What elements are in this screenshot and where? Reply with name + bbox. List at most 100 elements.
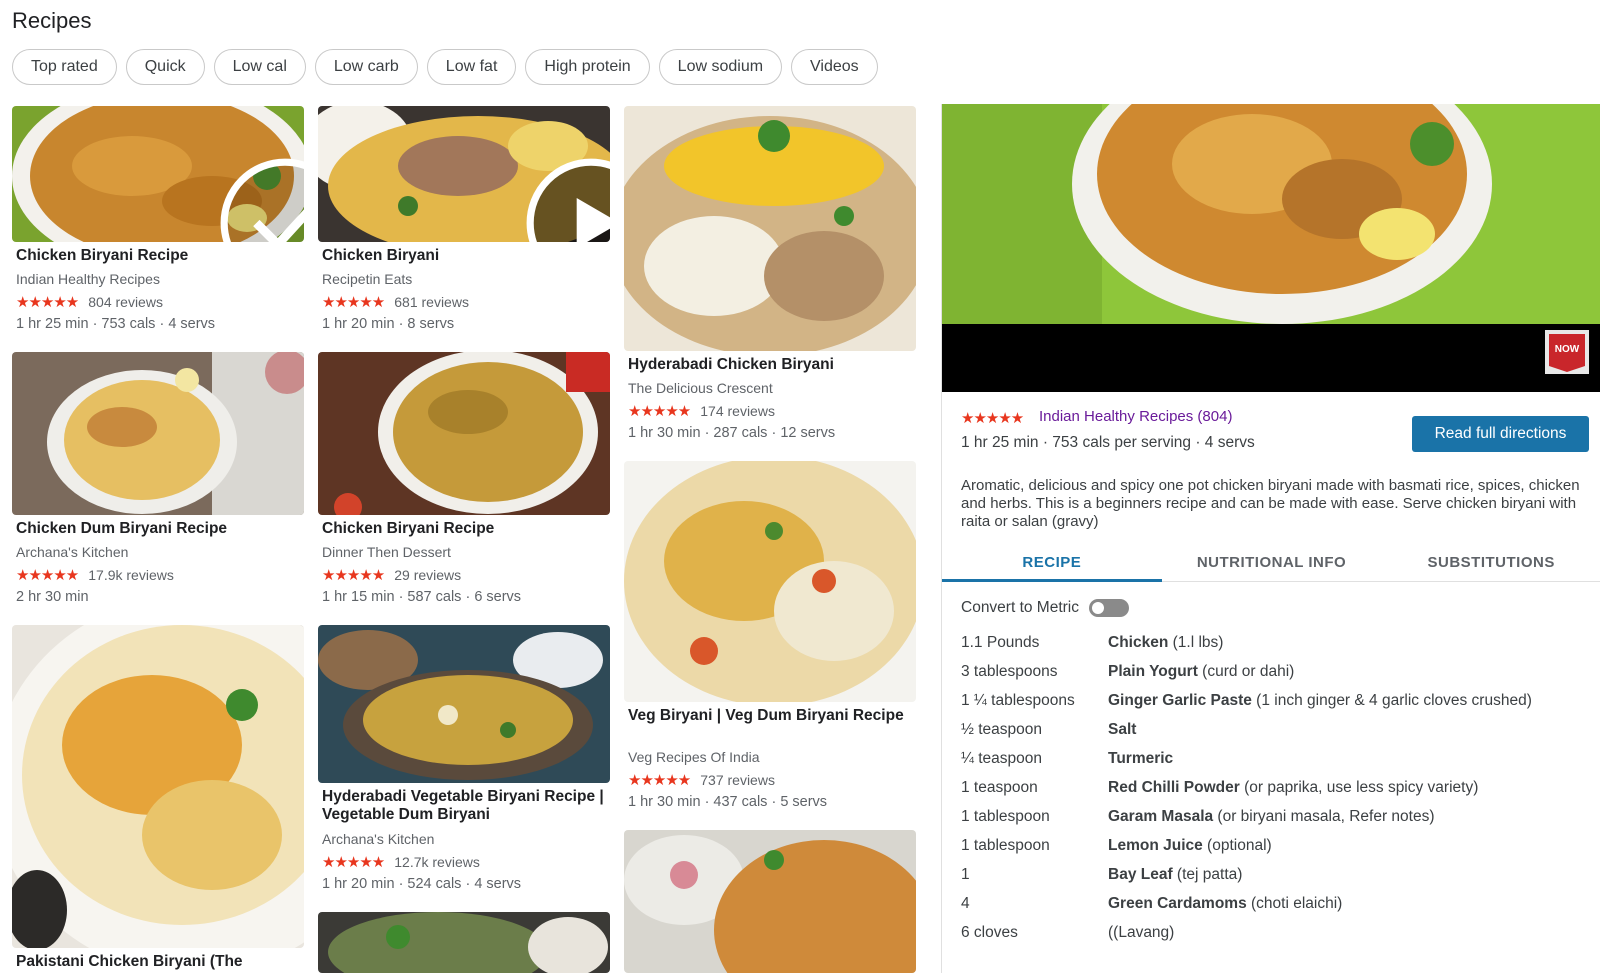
recipe-rating: ★★★★★ 737 reviews — [628, 771, 775, 789]
recipe-hero-image[interactable]: NOW — [942, 104, 1600, 392]
ingredient-name: Red Chilli Powder — [1108, 779, 1240, 796]
filter-low-fat[interactable]: Low fat — [426, 49, 517, 85]
ingredient-quantity: 1 — [961, 866, 970, 883]
recipe-source: Recipetin Eats — [322, 271, 413, 287]
recipe-thumbnail[interactable] — [318, 912, 610, 973]
recipe-title: Chicken Biryani Recipe — [322, 520, 495, 537]
ingredient-item: Lemon Juice (optional) — [1108, 837, 1272, 855]
filter-high-protein[interactable]: High protein — [525, 49, 650, 85]
recipe-meta: 1 hr 25 min · 753 cals · 4 servs — [16, 316, 216, 332]
filter-quick[interactable]: Quick — [125, 49, 205, 85]
review-count: 737 reviews — [700, 772, 775, 788]
filter-top-rated[interactable]: Top rated — [12, 49, 117, 85]
recipe-rating: ★★★★★ 174 reviews — [628, 402, 775, 420]
ingredient-name: Bay Leaf — [1108, 866, 1173, 883]
recipe-thumbnail[interactable] — [12, 625, 304, 948]
filter-videos[interactable]: Videos — [791, 49, 878, 85]
recipe-card[interactable]: Chicken Biryani Recipe Dinner Then Desse… — [318, 352, 610, 614]
recipe-thumbnail[interactable] — [624, 106, 916, 351]
metric-toggle[interactable] — [1089, 599, 1130, 617]
filter-low-sodium[interactable]: Low sodium — [658, 49, 783, 85]
ingredient-name: Garam Masala — [1108, 808, 1214, 825]
ingredient-item: Garam Masala (or biryani masala, Refer n… — [1108, 808, 1435, 826]
recipe-source: Archana's Kitchen — [322, 831, 435, 847]
review-count: 12.7k reviews — [394, 854, 480, 870]
review-count: 17.9k reviews — [88, 567, 174, 583]
tab-nutritional-info[interactable]: NUTRITIONAL INFO — [1162, 544, 1382, 581]
recipe-meta: 1 hr 30 min · 287 cals · 12 servs — [628, 425, 836, 441]
tab-substitutions[interactable]: SUBSTITUTIONS — [1381, 544, 1600, 581]
recipe-title: Hyderabadi Chicken Biryani — [628, 356, 834, 373]
ingredient-quantity: 6 cloves — [961, 924, 1018, 941]
ingredient-quantity: 1 teaspoon — [961, 779, 1038, 796]
recipe-source: Indian Healthy Recipes — [16, 271, 160, 287]
recipe-meta: 2 hr 30 min — [16, 589, 89, 605]
read-full-directions-button[interactable]: Read full directions — [1412, 416, 1589, 452]
recipe-rating: ★★★★★ 12.7k reviews — [322, 853, 480, 871]
recipe-meta: 1 hr 20 min · 8 servs — [322, 316, 455, 332]
recipe-tabs: RECIPE NUTRITIONAL INFO SUBSTITUTIONS — [942, 544, 1600, 582]
star-rating-icon: ★★★★★ — [16, 567, 79, 584]
recipe-title: Chicken Biryani Recipe — [16, 247, 189, 264]
play-video-icon[interactable] — [445, 155, 610, 242]
recipe-thumbnail[interactable] — [318, 352, 610, 515]
recipe-meta: 1 hr 20 min · 524 cals · 4 servs — [322, 876, 522, 892]
ingredient-quantity: ½ teaspoon — [961, 721, 1043, 738]
star-rating-icon: ★★★★★ — [628, 772, 691, 789]
recipe-meta: 1 hr 30 min · 437 cals · 5 servs — [628, 794, 828, 810]
subscribe-label: NOW — [1554, 344, 1580, 355]
recipe-source-link[interactable]: Indian Healthy Recipes (804) — [1039, 408, 1232, 425]
ingredient-item: Bay Leaf (tej patta) — [1108, 866, 1242, 884]
ingredient-name: Chicken — [1108, 634, 1169, 651]
ingredient-name: Ginger Garlic Paste — [1108, 692, 1252, 709]
ingredient-item: Plain Yogurt (curd or dahi) — [1108, 663, 1294, 681]
ingredient-item: Ginger Garlic Paste (1 inch ginger & 4 g… — [1108, 692, 1532, 710]
ingredient-note: (optional) — [1202, 837, 1272, 854]
recipe-card[interactable]: Hyderabadi Chicken Biryani The Delicious… — [624, 106, 916, 450]
filter-chips: Top rated Quick Low cal Low carb Low fat… — [12, 49, 878, 85]
recipe-description: Aromatic, delicious and spicy one pot ch… — [961, 477, 1580, 530]
recipe-thumbnail[interactable] — [624, 830, 916, 973]
ingredient-item: Salt — [1108, 721, 1136, 739]
recipe-title: Chicken Biryani — [322, 247, 440, 264]
ingredient-quantity: 1 ¼ tablespoons — [961, 692, 1075, 709]
recipe-card[interactable]: Hyderabadi Vegetable Biryani Recipe | Ve… — [318, 625, 610, 901]
filter-low-cal[interactable]: Low cal — [213, 49, 306, 85]
filter-low-carb[interactable]: Low carb — [314, 49, 418, 85]
ingredient-quantity: 3 tablespoons — [961, 663, 1058, 680]
recipe-thumbnail[interactable] — [624, 461, 916, 702]
star-rating-icon: ★★★★★ — [961, 410, 1024, 427]
recipe-card[interactable]: Chicken Dum Biryani Recipe Archana's Kit… — [12, 352, 304, 614]
recipe-thumbnail[interactable] — [318, 106, 610, 242]
ingredient-note: (1 inch ginger & 4 garlic cloves crushed… — [1251, 692, 1532, 709]
ingredient-note: (or paprika, use less spicy variety) — [1239, 779, 1479, 796]
recipe-card[interactable]: Pakistani Chicken Biryani (The — [12, 625, 304, 973]
recipe-thumbnail[interactable] — [12, 352, 304, 515]
selected-check-icon — [220, 158, 304, 242]
ingredient-item: Chicken (1.l lbs) — [1108, 634, 1223, 652]
ingredient-item: Green Cardamoms (choti elaichi) — [1108, 895, 1342, 913]
review-count: 29 reviews — [394, 567, 462, 583]
tab-recipe[interactable]: RECIPE — [942, 544, 1162, 582]
ingredient-quantity: 1 tablespoon — [961, 808, 1050, 825]
recipe-card[interactable] — [624, 830, 916, 973]
star-rating-icon: ★★★★★ — [628, 403, 691, 420]
ingredient-name: Salt — [1108, 721, 1137, 738]
ingredient-item: Red Chilli Powder (or paprika, use less … — [1108, 779, 1478, 797]
recipe-thumbnail[interactable] — [318, 625, 610, 783]
ingredient-note: (or biryani masala, Refer notes) — [1213, 808, 1435, 825]
review-count: 804 reviews — [88, 294, 163, 310]
page-title: Recipes — [12, 8, 92, 33]
recipe-card[interactable]: Veg Biryani | Veg Dum Biryani Recipe Veg… — [624, 461, 916, 821]
subscribe-now-icon[interactable]: NOW — [1545, 330, 1589, 374]
star-rating-icon: ★★★★★ — [16, 294, 79, 311]
recipe-card[interactable]: Chicken Biryani Recipe Indian Healthy Re… — [12, 106, 304, 342]
recipe-title: Chicken Dum Biryani Recipe — [16, 520, 228, 537]
ingredient-item: Turmeric — [1108, 750, 1173, 768]
star-rating-icon: ★★★★★ — [322, 854, 385, 871]
recipe-source: The Delicious Crescent — [628, 380, 773, 396]
recipe-card[interactable]: Chicken Biryani Recipetin Eats ★★★★★ 681… — [318, 106, 610, 342]
recipe-card[interactable] — [318, 912, 610, 973]
ingredient-note: (1.l lbs) — [1168, 634, 1224, 651]
recipe-thumbnail[interactable] — [12, 106, 304, 242]
